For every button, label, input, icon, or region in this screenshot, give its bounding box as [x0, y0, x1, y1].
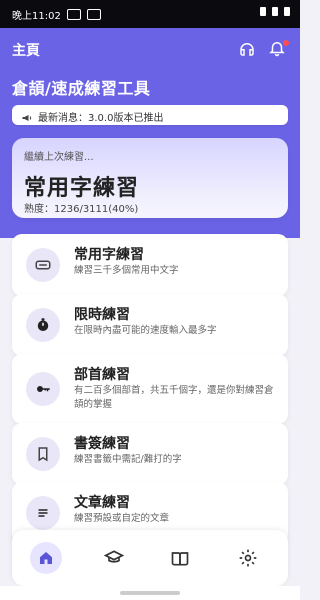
headset-icon[interactable]: [238, 40, 256, 58]
gear-icon: [239, 549, 257, 567]
lines-icon-svg: [38, 509, 48, 517]
megaphone-icon: [20, 109, 34, 121]
notice-text: 最新消息：3.0.0版本已推出: [38, 113, 164, 124]
notification-dot: [282, 39, 290, 47]
signal-icon: [260, 7, 266, 16]
continue-hint: 繼續上次練習...: [24, 152, 94, 163]
card-desc: 練習三千多個常用中文字: [74, 265, 179, 276]
headset-icon-svg: [240, 43, 254, 56]
continue-title: 常用字練習: [24, 176, 140, 201]
wifi-icon: [272, 7, 278, 16]
home-indicator: [120, 591, 180, 595]
card-title: 常用字練習: [74, 247, 144, 263]
top-app-bar: 主頁: [0, 28, 300, 68]
notification-icon: [66, 9, 81, 20]
card-title: 限時練習: [74, 307, 130, 323]
notification-icon-2: [86, 9, 101, 20]
keyboard-icon: [26, 248, 60, 282]
card-title: 部首練習: [74, 367, 130, 383]
card-desc: 有二百多個部首，共五千個字，還是你對練習倉頡的掌握: [74, 385, 274, 410]
card-desc: 在限時內盡可能的速度輸入最多字: [74, 325, 217, 336]
timer-icon: [26, 308, 60, 342]
status-time: 晚上11:02: [12, 11, 61, 22]
card-common-words[interactable]: 常用字練習 練習三千多個常用中文字: [12, 234, 288, 296]
timer-icon-svg: [37, 318, 49, 331]
notice-banner[interactable]: 最新消息：3.0.0版本已推出: [12, 105, 288, 125]
nav-learn[interactable]: [98, 542, 130, 574]
book-icon: [171, 552, 189, 566]
lines-icon: [26, 496, 60, 530]
card-desc: 練習書籤中需記/難打的字: [74, 454, 182, 465]
page-title: 主頁: [12, 43, 40, 59]
card-timed-practice[interactable]: 限時練習 在限時內盡可能的速度輸入最多字: [12, 294, 288, 356]
bookmark-icon: [26, 437, 60, 471]
nav-settings[interactable]: [232, 542, 264, 574]
app-title: 倉頡/速成練習工具: [12, 79, 151, 98]
continue-practice-card[interactable]: 繼續上次練習... 常用字練習 熟度：1236/3111(40%): [12, 138, 288, 218]
key-icon: [26, 372, 60, 406]
system-home-bar: [0, 586, 300, 600]
card-title: 文章練習: [74, 495, 130, 511]
status-bar: 晚上11:02: [0, 0, 300, 28]
megaphone-icon-svg: [22, 115, 32, 121]
graduation-cap-icon: [104, 550, 124, 563]
bottom-navigation: [12, 530, 288, 586]
keyboard-icon-svg: [35, 260, 51, 270]
card-title: 書簽練習: [74, 436, 130, 452]
key-icon-svg: [37, 386, 50, 392]
nav-book[interactable]: [164, 542, 196, 574]
nav-home[interactable]: [30, 542, 62, 574]
card-desc: 練習預設或自定的文章: [74, 513, 170, 524]
home-icon: [40, 552, 52, 564]
progress-text: 熟度：1236/3111(40%): [24, 204, 139, 215]
system-icons: [260, 7, 290, 16]
battery-icon: [284, 7, 290, 16]
card-radical-practice[interactable]: 部首練習 有二百多個部首，共五千個字，還是你對練習倉頡的掌握: [12, 354, 288, 424]
card-bookmark-practice[interactable]: 書簽練習 練習書籤中需記/難打的字: [12, 423, 288, 485]
bookmark-icon-svg: [38, 447, 48, 462]
